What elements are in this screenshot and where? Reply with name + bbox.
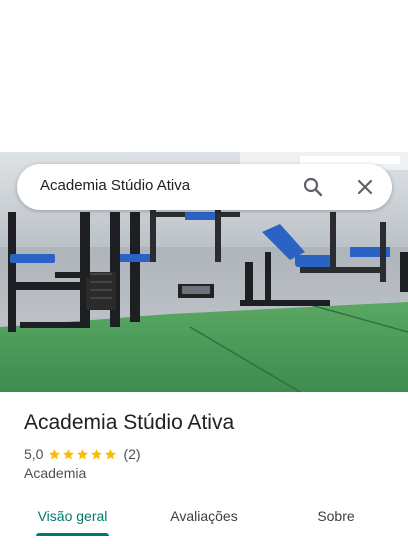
top-blank-area: [0, 0, 408, 152]
place-title: Academia Stúdio Ativa: [24, 411, 235, 434]
star-icon: [105, 448, 117, 459]
rating-row[interactable]: 5,0 (2): [24, 445, 141, 463]
star-icon: [77, 448, 89, 459]
star-icon: [63, 448, 75, 459]
rating-value: 5,0: [24, 446, 44, 462]
tab-overview[interactable]: Visão geral: [24, 496, 121, 536]
search-bar[interactable]: Academia Stúdio Ativa: [17, 164, 392, 210]
rating-stars: [48, 448, 118, 461]
active-tab-indicator: [36, 533, 109, 536]
star-icon: [49, 448, 61, 459]
tab-reviews[interactable]: Avaliações: [152, 496, 256, 536]
tab-about[interactable]: Sobre: [290, 496, 382, 536]
close-icon[interactable]: [353, 175, 377, 199]
review-count[interactable]: (2): [123, 446, 140, 462]
star-icon: [91, 448, 103, 459]
search-icon[interactable]: [301, 175, 325, 199]
place-category[interactable]: Academia: [24, 465, 86, 481]
place-tabs: Visão geral Avaliações Sobre: [0, 496, 408, 544]
search-input[interactable]: Academia Stúdio Ativa: [40, 177, 190, 194]
